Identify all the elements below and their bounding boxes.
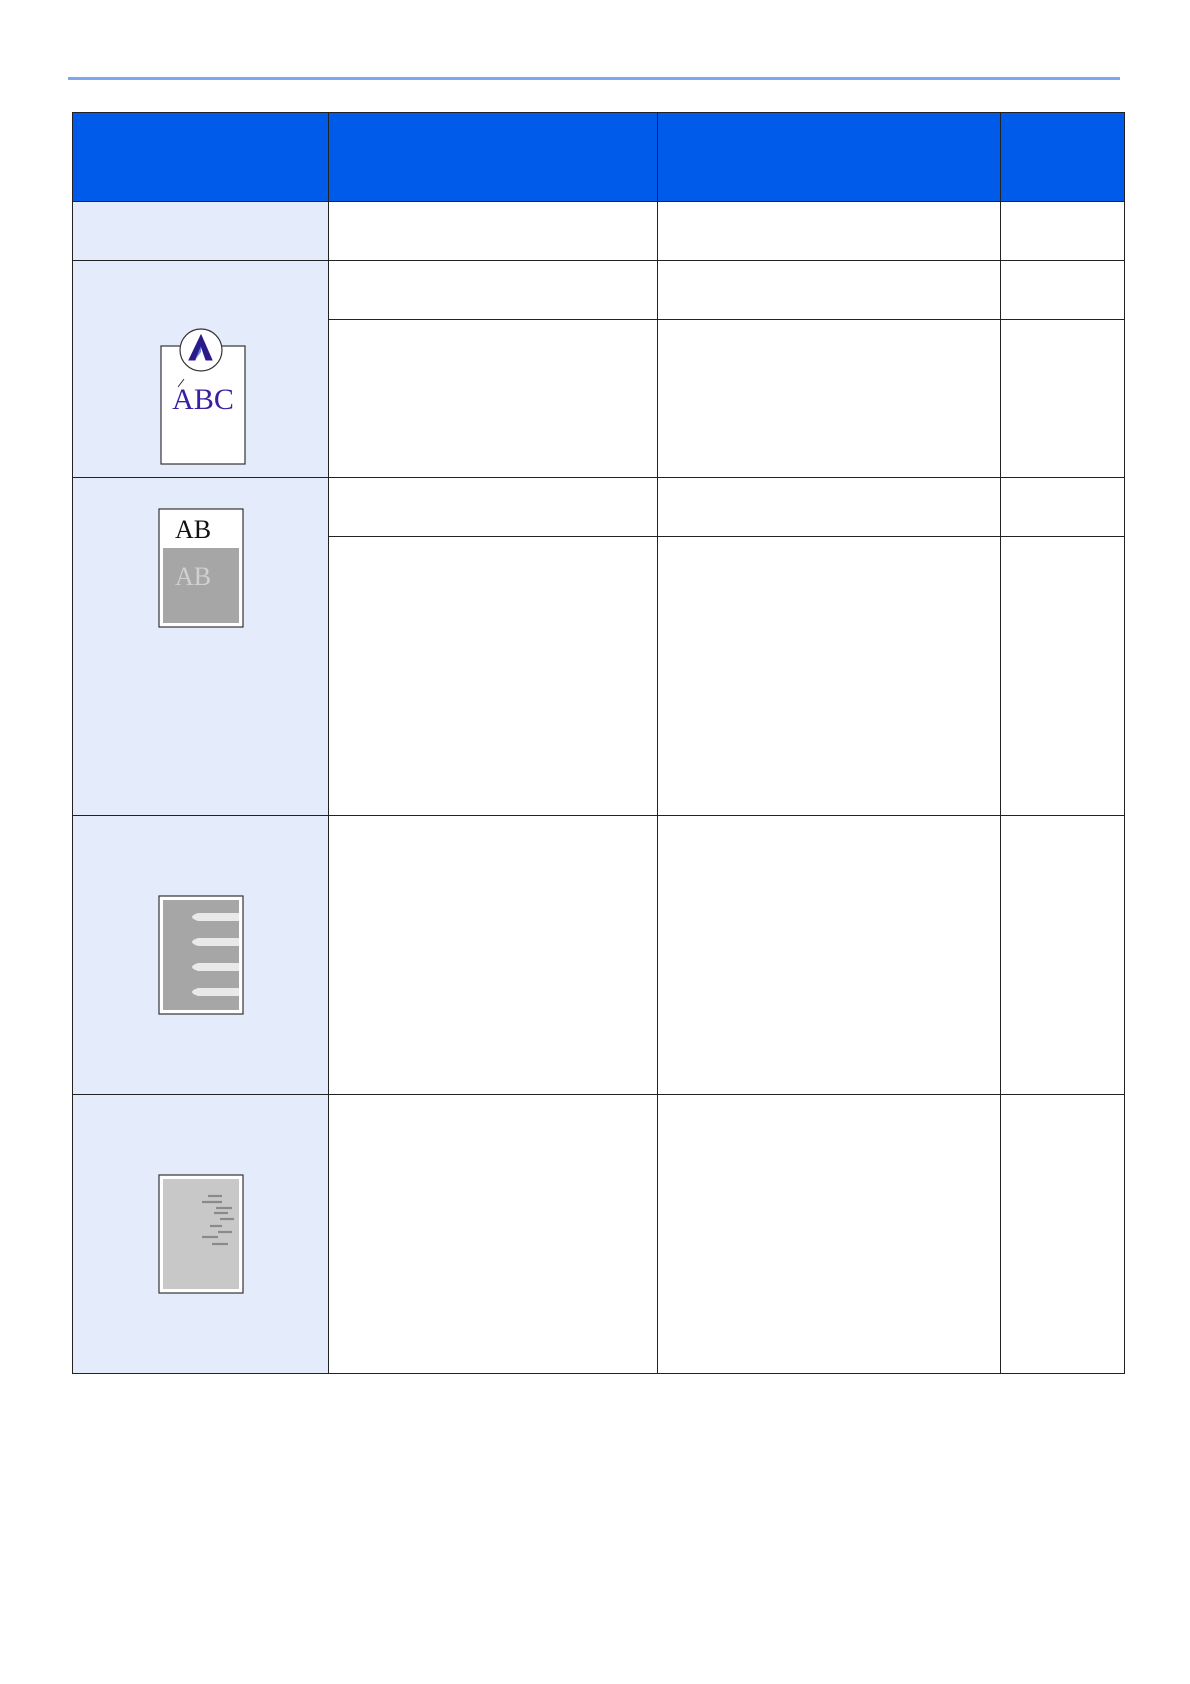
reference-cell: [999, 1094, 1126, 1374]
header-reference-page: [999, 112, 1126, 202]
symptom-cell: [71, 1094, 330, 1374]
table-row: [71, 815, 1126, 1095]
symptom-cell: AB AB: [71, 477, 330, 816]
reference-cell: [999, 319, 1126, 478]
symptom-cell: [71, 815, 330, 1095]
table-row: ABC: [71, 260, 1126, 478]
white-streaks-page-icon: [158, 895, 244, 1015]
action-cell: [657, 319, 1001, 478]
reference-cell: [999, 536, 1126, 816]
checkpoint-cell: [328, 319, 659, 478]
action-cell: [657, 536, 1001, 816]
header-corrective-actions: [657, 112, 1001, 202]
checkpoint-cell: [328, 536, 659, 816]
action-cell: [657, 260, 1001, 320]
header-symptom: [71, 112, 330, 202]
checkpoint-cell: [328, 201, 659, 261]
action-cell: [657, 1094, 1001, 1374]
symptom-cell: ABC: [71, 260, 330, 478]
action-cell: [657, 477, 1001, 537]
checkpoint-cell: [328, 815, 659, 1095]
illustration-ab-text: AB: [175, 515, 211, 544]
reference-cell: [999, 477, 1126, 537]
reference-cell: [999, 815, 1126, 1095]
checkpoint-cell: [328, 1094, 659, 1374]
troubleshooting-table: ABC AB AB: [71, 112, 1126, 1374]
magnifier-abc-icon: ABC: [160, 328, 246, 465]
table-row: [71, 1094, 1126, 1374]
gray-background-page-icon: AB AB: [158, 508, 244, 628]
header-rule: [68, 77, 1120, 80]
reference-cell: [999, 201, 1126, 261]
checkpoint-cell: [328, 260, 659, 320]
table-header-row: [71, 112, 1126, 202]
dirty-marks-page-icon: [158, 1174, 244, 1294]
table-row: [71, 201, 1126, 261]
illustration-abc-text: ABC: [172, 383, 234, 416]
checkpoint-cell: [328, 477, 659, 537]
table-row: AB AB: [71, 477, 1126, 816]
header-checkpoints: [328, 112, 659, 202]
action-cell: [657, 815, 1001, 1095]
symptom-cell: [71, 201, 330, 261]
action-cell: [657, 201, 1001, 261]
reference-cell: [999, 260, 1126, 320]
illustration-faded-ab-text: AB: [175, 562, 211, 591]
